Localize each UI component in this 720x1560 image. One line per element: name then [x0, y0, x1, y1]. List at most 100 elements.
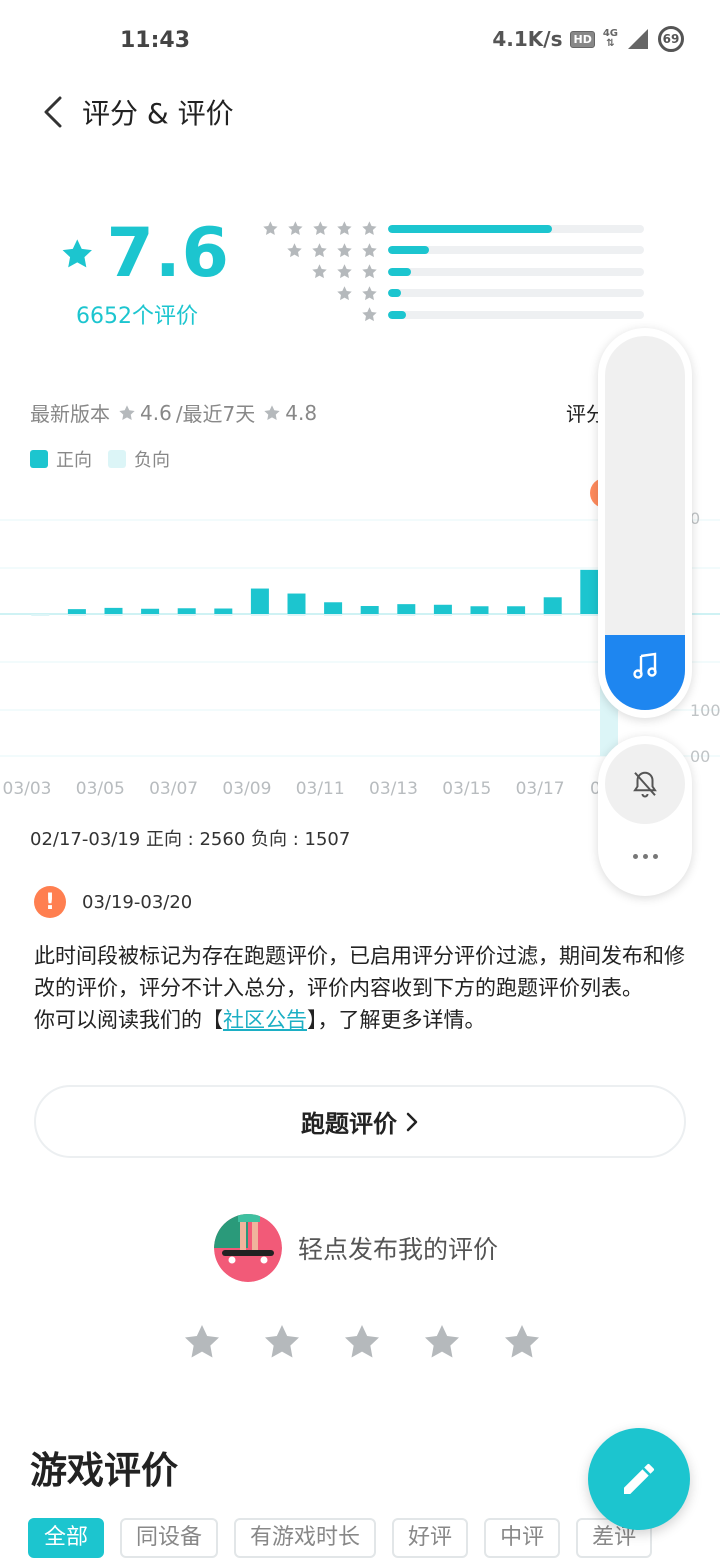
bar-negative: [470, 614, 489, 616]
network-type-icon: 4G ⇅: [602, 28, 618, 49]
star-icon: [362, 264, 377, 279]
distribution-row-4: [262, 240, 662, 262]
legend-positive: 正向: [30, 446, 92, 472]
distribution-track: [388, 224, 644, 233]
filter-tab[interactable]: 同设备: [120, 1518, 219, 1558]
recent-score: 4.8: [285, 400, 318, 425]
warning-icon: !: [34, 886, 66, 918]
distribution-row-1: [262, 304, 662, 326]
avatar: [214, 1214, 282, 1282]
bar-negative: [580, 614, 599, 616]
status-bar: 11:43 4.1K/s HD 4G ⇅ 69: [0, 0, 720, 84]
rate-star-icon[interactable]: [502, 1322, 542, 1362]
bar-negative: [324, 614, 343, 616]
star-icon: [337, 286, 352, 300]
legend-positive-label: 正向: [56, 450, 92, 471]
period-summary: 02/17-03/19 正向 : 2560 负向 : 1507: [30, 829, 351, 850]
score-value: 7.6: [106, 214, 230, 293]
star-icon: [312, 221, 328, 236]
distribution-bar: [388, 310, 406, 319]
distribution-bar: [388, 267, 412, 276]
bar-positive: [250, 588, 269, 614]
distribution-row-3: [262, 261, 662, 283]
bar-negative: [397, 614, 416, 616]
bar-positive: [141, 608, 160, 614]
bell-off-icon: [633, 771, 657, 798]
bar-positive: [433, 604, 452, 614]
bar-negative: [104, 614, 123, 616]
latest-version-score: 4.6: [140, 400, 172, 425]
bar-negative: [543, 614, 562, 616]
rate-star-icon[interactable]: [422, 1322, 462, 1362]
filter-tab[interactable]: 全部: [28, 1518, 105, 1558]
mute-toggle[interactable]: [605, 744, 685, 824]
star-icon: [312, 264, 327, 279]
distribution-stars: [262, 263, 388, 280]
bar-positive: [580, 569, 599, 614]
star-icon: [362, 307, 377, 322]
filter-tab[interactable]: 有游戏时长: [234, 1518, 377, 1558]
read-prefix: 你可以阅读我们的【: [34, 1008, 223, 1032]
distribution-stars: [262, 220, 388, 237]
bar-positive: [67, 609, 86, 614]
post-review-prompt[interactable]: 轻点发布我的评价: [214, 1214, 498, 1282]
rating-input: [182, 1322, 542, 1362]
distribution-stars: [262, 306, 388, 323]
distribution-track: [388, 289, 644, 298]
bar-positive: [177, 608, 196, 614]
star-icon: [119, 404, 135, 420]
offtopic-reviews-button[interactable]: 跑题评价: [34, 1085, 686, 1158]
community-notice-link[interactable]: 社区公告: [223, 1008, 307, 1032]
rate-star-icon[interactable]: [262, 1322, 302, 1362]
legend-negative: 负向: [108, 446, 170, 472]
offtopic-reviews-label: 跑题评价: [301, 1110, 397, 1138]
latest-version-label: 最新版本: [30, 402, 110, 426]
volume-slider[interactable]: [605, 336, 685, 710]
back-arrow-icon[interactable]: [38, 92, 70, 132]
more-icon[interactable]: [625, 846, 665, 866]
chart-legend: 正向 负向: [30, 446, 178, 472]
distribution-track: [388, 246, 644, 255]
x-tick-label: 03/07: [149, 779, 198, 799]
legend-positive-swatch: [30, 450, 48, 468]
section-title: 游戏评价: [30, 1449, 178, 1492]
x-tick-label: 03/03: [3, 779, 52, 799]
distribution-bar: [388, 246, 429, 255]
bar-negative: [360, 614, 379, 616]
bar-positive: [360, 606, 379, 614]
filter-tab[interactable]: 中评: [484, 1518, 561, 1558]
read-suffix: 】，了解更多详情。: [307, 1008, 486, 1032]
y-tick-label: 00: [690, 747, 710, 766]
distribution-track: [388, 310, 644, 319]
star-icon: [362, 243, 377, 257]
bar-positive: [104, 607, 123, 614]
star-icon: [337, 221, 352, 236]
bar-negative: [177, 614, 196, 616]
status-indicators: 4.1K/s HD 4G ⇅ 69: [492, 26, 684, 52]
version-scores: 最新版本 4.6 /最近7天 4.8: [30, 398, 317, 427]
legend-negative-label: 负向: [134, 450, 170, 471]
bar-positive: [324, 602, 343, 614]
review-filters: 全部 同设备 有游戏时长 好评 中评 差评: [28, 1518, 653, 1558]
bar-negative: [31, 614, 50, 616]
header: 评分 & 评价: [0, 84, 720, 140]
rate-star-icon[interactable]: [182, 1322, 222, 1362]
bar-positive: [470, 606, 489, 614]
x-tick-label: 03/05: [76, 779, 125, 799]
rate-star-icon[interactable]: [342, 1322, 382, 1362]
rating-distribution: [262, 218, 662, 326]
notice-text: 此时间段被标记为存在跑题评价，已启用评分评价过滤，期间发布和修改的评价，评分不计…: [34, 944, 685, 1000]
bar-positive: [287, 593, 306, 614]
x-tick-label: 03/09: [222, 779, 271, 799]
filter-tab[interactable]: 好评: [392, 1518, 469, 1558]
bar-negative: [214, 614, 233, 616]
distribution-bar: [388, 289, 401, 298]
bar-positive: [507, 606, 526, 614]
write-review-button[interactable]: [588, 1428, 690, 1530]
volume-panel: [598, 328, 692, 718]
bar-positive: [397, 604, 416, 614]
star-icon: [337, 264, 352, 279]
legend-negative-swatch: [108, 450, 126, 468]
notice-body: 此时间段被标记为存在跑题评价，已启用评分评价过滤，期间发布和修改的评价，评分不计…: [34, 940, 686, 1036]
star-icon: [362, 221, 377, 236]
